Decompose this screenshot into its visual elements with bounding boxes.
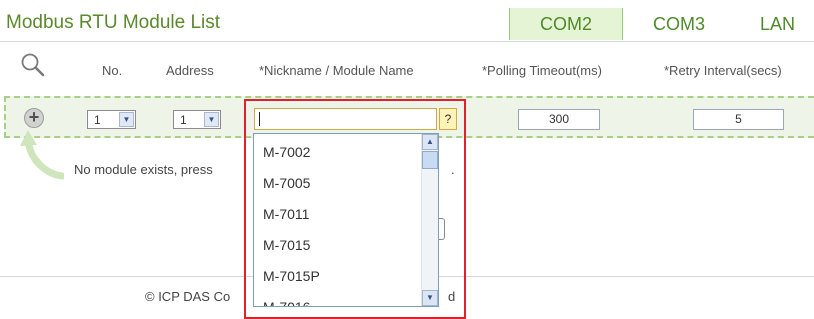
- column-header-retry-interval: *Retry Interval(secs): [664, 63, 782, 78]
- column-header-no: No.: [102, 63, 123, 78]
- polling-timeout-input[interactable]: 300: [518, 109, 600, 130]
- curved-arrow-icon: [20, 130, 64, 180]
- no-module-message: No module exists, press: [74, 162, 213, 177]
- chevron-down-icon[interactable]: ▼: [119, 112, 134, 127]
- no-select-value: 1: [94, 113, 101, 127]
- tab-lan[interactable]: LAN: [738, 8, 814, 40]
- chevron-down-icon[interactable]: ▼: [204, 112, 219, 127]
- column-header-nickname: *Nickname / Module Name: [259, 63, 414, 78]
- plus-icon: +: [28, 107, 40, 127]
- tab-com2[interactable]: COM2: [509, 8, 623, 40]
- page-title: Modbus RTU Module List: [6, 12, 221, 33]
- no-select[interactable]: 1 ▼: [87, 110, 136, 129]
- copyright-text: © ICP DAS Co: [145, 289, 231, 304]
- column-header-polling-timeout: *Polling Timeout(ms): [482, 63, 602, 78]
- highlight-box: [244, 99, 466, 319]
- address-select[interactable]: 1 ▼: [173, 110, 221, 129]
- search-icon[interactable]: [20, 52, 46, 78]
- add-module-button[interactable]: +: [24, 108, 44, 128]
- address-select-value: 1: [180, 113, 187, 127]
- retry-interval-input[interactable]: 5: [693, 109, 784, 130]
- header-divider: [0, 41, 814, 42]
- tab-com3[interactable]: COM3: [626, 8, 732, 40]
- column-header-address: Address: [166, 63, 214, 78]
